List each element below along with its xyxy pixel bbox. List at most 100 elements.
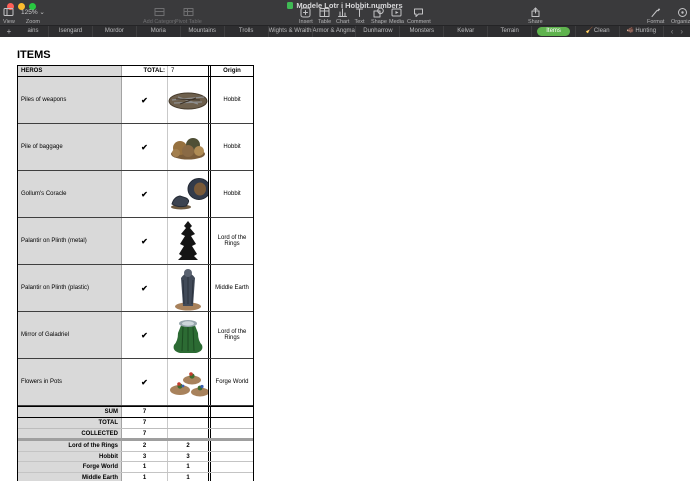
item-origin-cell[interactable]: Hobbit bbox=[211, 171, 253, 217]
item-origin-cell[interactable]: Lord of the Rings bbox=[211, 218, 253, 264]
origin-label[interactable]: Middle Earth bbox=[18, 473, 122, 481]
origin-empty-cell[interactable] bbox=[211, 462, 253, 472]
origin-count2[interactable]: 3 bbox=[168, 452, 211, 462]
summary-origin-cell[interactable] bbox=[211, 418, 253, 428]
item-image-cell[interactable] bbox=[168, 359, 211, 405]
summary-value[interactable]: 7 bbox=[122, 429, 168, 438]
sheet-tab-ains[interactable]: ains bbox=[18, 26, 48, 37]
origin-count2[interactable]: 1 bbox=[168, 473, 211, 481]
organize-button[interactable]: Organize bbox=[671, 7, 690, 25]
sheet-tab-trolls[interactable]: Trolls bbox=[224, 26, 268, 37]
comment-button[interactable]: Comment bbox=[407, 7, 431, 25]
origin-empty-cell[interactable] bbox=[211, 473, 253, 481]
origin-count[interactable]: 1 bbox=[122, 473, 168, 481]
item-check-cell[interactable]: ✔ bbox=[122, 265, 168, 311]
origin-count[interactable]: 3 bbox=[122, 452, 168, 462]
summary-value2[interactable] bbox=[168, 429, 211, 438]
sheet-tab-mordor[interactable]: Mordor bbox=[92, 26, 136, 37]
next-sheets-button[interactable]: › bbox=[680, 26, 683, 37]
item-image-cell[interactable] bbox=[168, 265, 211, 311]
add-sheet-button[interactable]: + bbox=[0, 26, 18, 37]
sheet-tab-hunting[interactable]: 🐗Hunting bbox=[619, 26, 663, 37]
item-origin-cell[interactable]: Hobbit bbox=[211, 77, 253, 123]
summary-value[interactable]: 7 bbox=[122, 407, 168, 417]
sheet-tab-dunharrow[interactable]: Dunharrow bbox=[355, 26, 399, 37]
item-image-cell[interactable] bbox=[168, 77, 211, 123]
palantir-on-plinth-plastic-image bbox=[168, 265, 208, 311]
item-check-cell[interactable]: ✔ bbox=[122, 359, 168, 405]
item-image-cell[interactable] bbox=[168, 171, 211, 217]
shape-button[interactable]: Shape bbox=[371, 7, 387, 25]
item-name-cell[interactable]: Pile of baggage bbox=[18, 124, 122, 170]
media-button[interactable]: Media bbox=[389, 7, 404, 25]
origin-count[interactable]: 2 bbox=[122, 441, 168, 451]
item-origin-cell[interactable]: Forge World bbox=[211, 359, 253, 405]
item-check-cell[interactable]: ✔ bbox=[122, 218, 168, 264]
item-origin-cell[interactable]: Hobbit bbox=[211, 124, 253, 170]
sheet-tab-wights-wraiths[interactable]: Wights & Wraiths bbox=[268, 26, 312, 37]
insert-button[interactable]: Insert bbox=[299, 7, 313, 25]
item-image-cell[interactable] bbox=[168, 312, 211, 358]
item-image-cell[interactable] bbox=[168, 218, 211, 264]
sheet-tab-monsters[interactable]: Monsters bbox=[399, 26, 443, 37]
item-check-cell[interactable]: ✔ bbox=[122, 171, 168, 217]
summary-origin-cell[interactable] bbox=[211, 407, 253, 417]
chart-button[interactable]: Chart bbox=[336, 7, 349, 25]
item-name-cell[interactable]: Gollum's Coracle bbox=[18, 171, 122, 217]
summary-label[interactable]: TOTAL bbox=[18, 418, 122, 428]
sheet-tab-mountains[interactable]: Mountains bbox=[180, 26, 224, 37]
item-name-cell[interactable]: Palantir on Plinth (plastic) bbox=[18, 265, 122, 311]
item-origin-cell[interactable]: Middle Earth bbox=[211, 265, 253, 311]
origin-empty-cell[interactable] bbox=[211, 452, 253, 462]
header-total[interactable]: TOTAL: bbox=[122, 66, 168, 76]
sheet-title[interactable]: ITEMS bbox=[17, 49, 51, 61]
item-check-cell[interactable]: ✔ bbox=[122, 312, 168, 358]
summary-value2[interactable] bbox=[168, 407, 211, 417]
origin-label[interactable]: Lord of the Rings bbox=[18, 441, 122, 451]
item-name-cell[interactable]: Mirror of Galadriel bbox=[18, 312, 122, 358]
origin-empty-cell[interactable] bbox=[211, 441, 253, 451]
zoom-control[interactable]: 125% ⌄ Zoom bbox=[21, 8, 45, 25]
sheet-canvas[interactable]: ITEMS HEROS TOTAL: 7 Origin Piles of wea… bbox=[0, 37, 690, 481]
summary-value2[interactable] bbox=[168, 418, 211, 428]
origin-count2[interactable]: 1 bbox=[168, 462, 211, 472]
origin-count2[interactable]: 2 bbox=[168, 441, 211, 451]
item-name-cell[interactable]: Palantir on Plinth (metal) bbox=[18, 218, 122, 264]
checkmark-icon: ✔ bbox=[141, 378, 148, 387]
summary-origin-cell[interactable] bbox=[211, 429, 253, 438]
header-origin[interactable]: Origin bbox=[211, 66, 253, 76]
format-button[interactable]: Format bbox=[647, 7, 664, 25]
text-button[interactable]: Text bbox=[354, 7, 365, 25]
origin-label[interactable]: Forge World bbox=[18, 462, 122, 472]
zoom-value[interactable]: 125% ⌄ bbox=[21, 8, 45, 18]
summary-value[interactable]: 7 bbox=[122, 418, 168, 428]
item-name-cell[interactable]: Flowers in Pots bbox=[18, 359, 122, 405]
origin-label[interactable]: Hobbit bbox=[18, 452, 122, 462]
share-button[interactable]: Share bbox=[528, 7, 543, 25]
prev-sheets-button[interactable]: ‹ bbox=[671, 26, 674, 37]
summary-label[interactable]: COLLECTED bbox=[18, 429, 122, 438]
sheet-tab-moria[interactable]: Moria bbox=[136, 26, 180, 37]
header-total-count[interactable]: 7 bbox=[168, 66, 211, 76]
origin-count[interactable]: 1 bbox=[122, 462, 168, 472]
header-heros[interactable]: HEROS bbox=[18, 66, 122, 76]
pivot-table-button[interactable]: Pivot Table bbox=[175, 7, 202, 25]
table-row: Gollum's Coracle ✔ Hobbit bbox=[18, 171, 253, 218]
sheet-tab-armor-angmar[interactable]: Armor & Angmar bbox=[312, 26, 356, 37]
sheet-tab-items-active[interactable]: Items bbox=[531, 26, 575, 37]
add-category-button[interactable]: Add Category bbox=[143, 7, 177, 25]
table-row: Flowers in Pots ✔ Forge World bbox=[18, 359, 253, 406]
item-check-cell[interactable]: ✔ bbox=[122, 77, 168, 123]
item-check-cell[interactable]: ✔ bbox=[122, 124, 168, 170]
item-image-cell[interactable] bbox=[168, 124, 211, 170]
sheet-tab-isengard[interactable]: Isengard bbox=[48, 26, 92, 37]
table-button[interactable]: Table bbox=[318, 7, 331, 25]
shape-icon bbox=[373, 7, 384, 18]
sheet-tab-terrain[interactable]: Terrain bbox=[487, 26, 531, 37]
item-name-cell[interactable]: Piles of weapons bbox=[18, 77, 122, 123]
sheet-tab-clean[interactable]: 🧹Clean bbox=[575, 26, 619, 37]
sheet-tab-kelvar[interactable]: Kelvar bbox=[443, 26, 487, 37]
item-origin-cell[interactable]: Lord of the Rings bbox=[211, 312, 253, 358]
view-button[interactable]: View bbox=[3, 7, 15, 25]
summary-label[interactable]: SUM bbox=[18, 407, 122, 417]
